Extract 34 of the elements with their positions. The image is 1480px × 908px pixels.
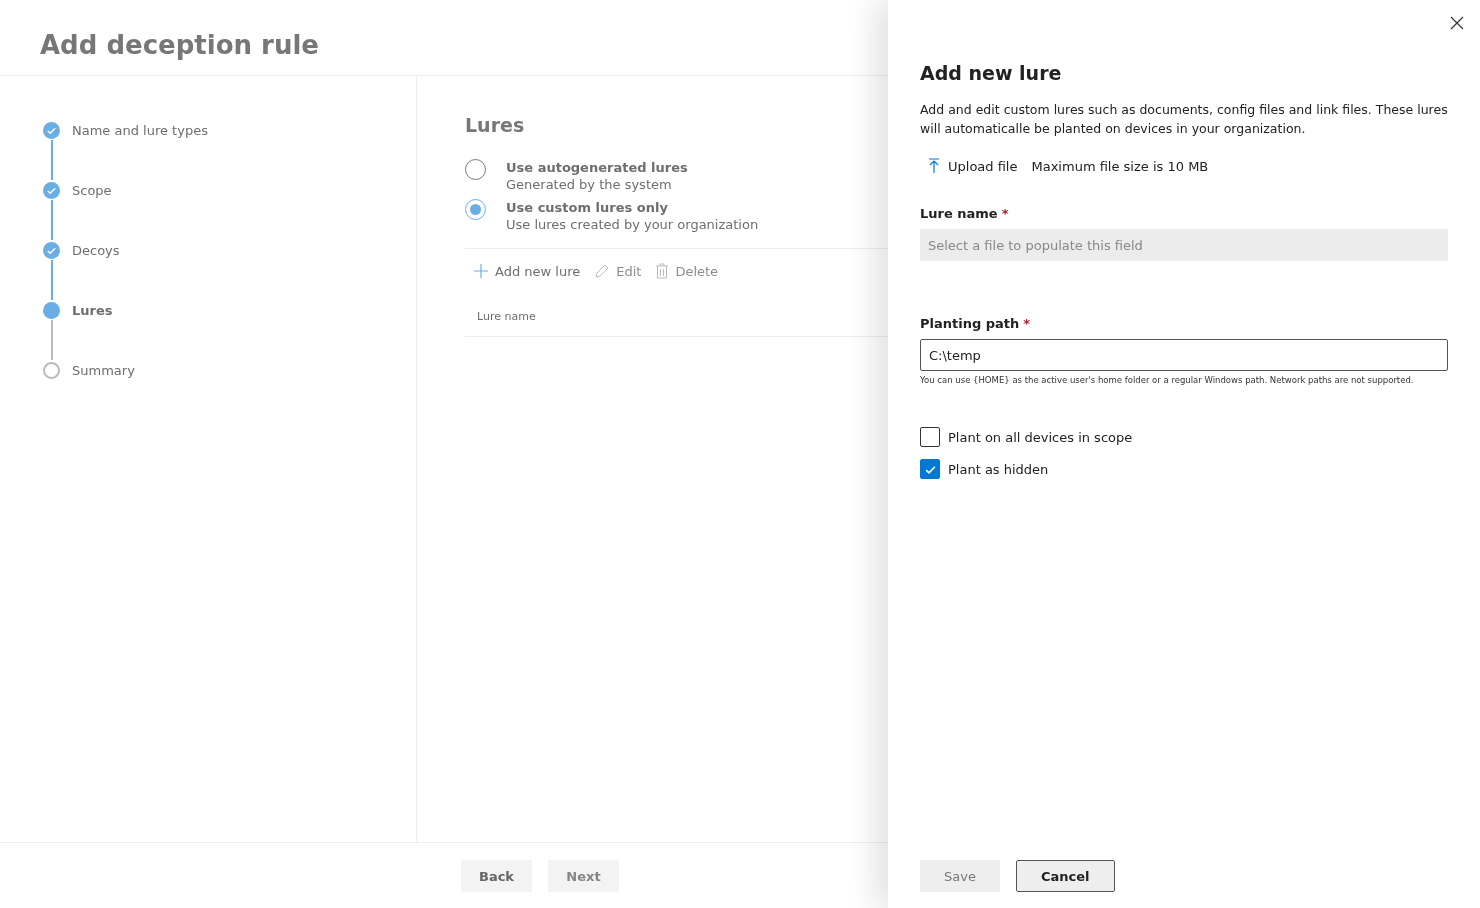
step-label[interactable]: Lures [72,302,113,318]
upload-icon [928,158,940,174]
cancel-button[interactable]: Cancel [1016,860,1115,892]
step-label[interactable]: Decoys [72,242,120,258]
pencil-icon [594,263,611,279]
step-label[interactable]: Name and lure types [72,122,208,138]
panel-title: Add new lure [920,62,1063,84]
checkbox-label: Plant as hidden [948,461,1049,477]
field-hint: You can use {HOME} as the active user's home folder or a regular Windows path. Network paths are not supported. [920,375,1415,385]
option-label: Use autogenerated lures [506,160,688,175]
upload-note: Maximum file size is 10 MB [1031,158,1209,174]
checkbox[interactable] [920,427,940,447]
plus-icon [473,263,489,279]
column-header: Lure name [477,310,536,323]
wizard-button[interactable]: Back [461,860,532,892]
checkbox[interactable] [920,459,940,479]
option-label: Use custom lures only [506,200,669,215]
close-button[interactable] [1448,14,1466,32]
add-button[interactable]: Add new lure [471,261,583,281]
required-mark: * [1023,316,1031,331]
required-mark: * [1001,206,1009,221]
option-description: Use lures created by your organization [506,217,759,232]
page-title: Add deception rule [40,30,319,60]
panel-description: Add and edit custom lures such as documents, config files and link files. These lures will automaticalle be planted on devices in your organization. [920,101,1448,138]
option-description: Generated by the system [506,177,673,192]
field-label: Planting path * [920,316,1032,331]
trash-icon [655,263,670,279]
checkbox-label: Plant on all devices in scope [948,429,1133,445]
input-field[interactable]: C:\temp [920,339,1448,371]
section-title: Lures [465,114,525,136]
step-label[interactable]: Scope [72,182,112,198]
step-label[interactable]: Summary [72,362,135,378]
field-label: Lure name * [920,206,1010,221]
upload-button[interactable]: Upload file [928,158,1018,174]
